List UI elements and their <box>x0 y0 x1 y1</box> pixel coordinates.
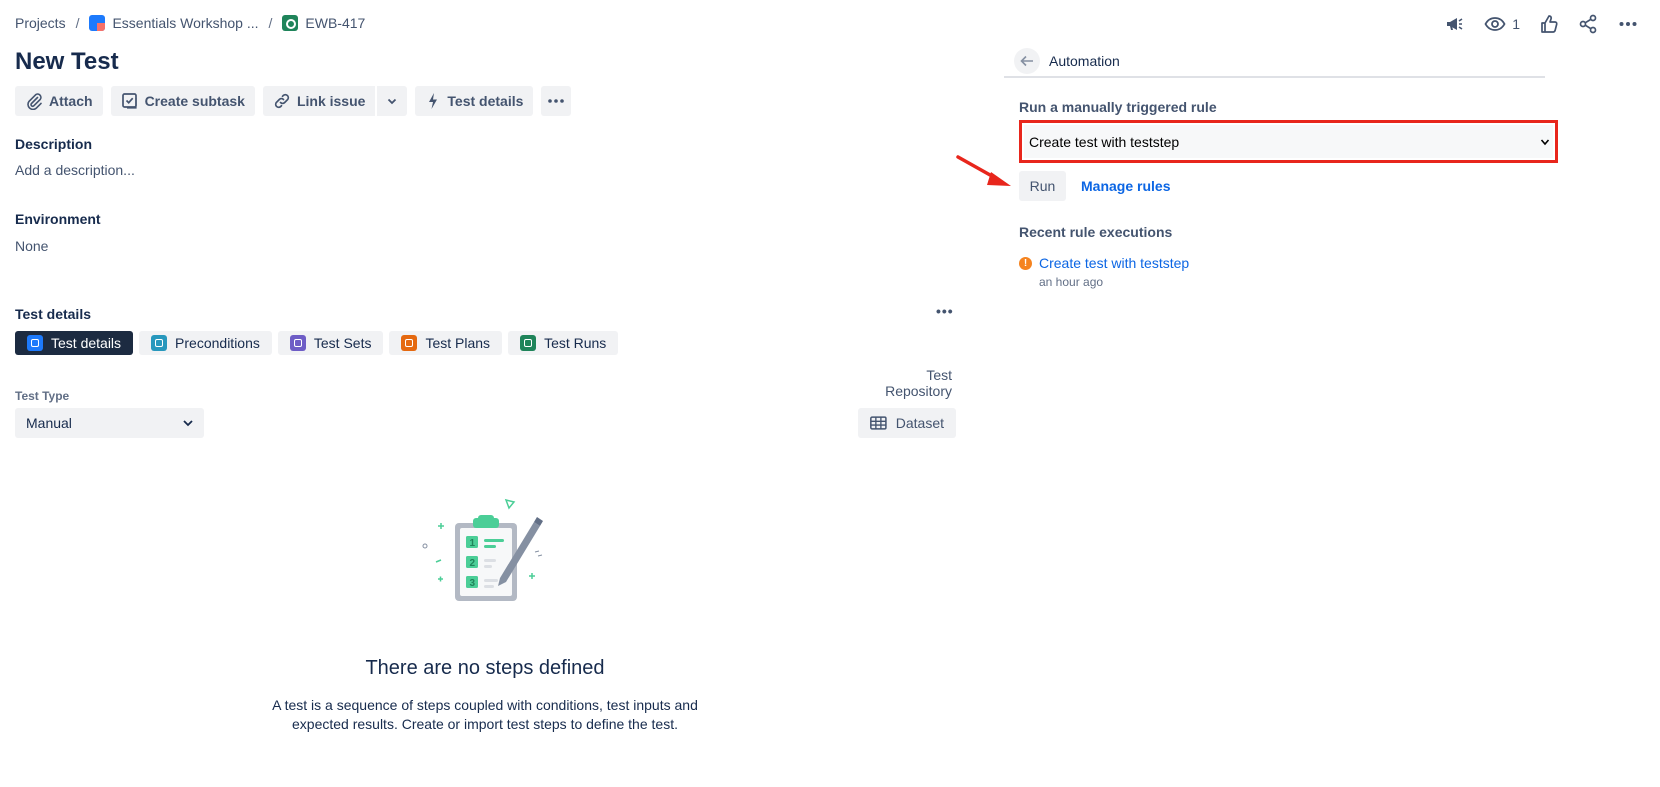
test-issue-type-icon <box>282 15 299 31</box>
test-repository-link[interactable]: Test Repository <box>858 367 952 399</box>
test-type-label: Test Type <box>15 389 70 403</box>
tab-label: Test Runs <box>544 335 607 351</box>
share-button[interactable] <box>1578 12 1598 36</box>
tab-test-runs[interactable]: Test Runs <box>508 331 619 355</box>
breadcrumb-project-label: Essentials Workshop ... <box>112 15 259 31</box>
empty-steps-title: There are no steps defined <box>365 657 605 679</box>
recent-execution-item: ! Create test with teststep an hour ago <box>1019 255 1189 289</box>
empty-steps-illustration: 1 2 3 <box>422 498 543 601</box>
subtask-icon <box>121 93 137 109</box>
more-actions-button[interactable] <box>1618 12 1638 36</box>
tab-label: Test Sets <box>313 335 372 351</box>
svg-text:3: 3 <box>470 578 476 589</box>
table-icon <box>870 416 887 430</box>
breadcrumb-issue-key: EWB-417 <box>305 15 366 31</box>
issue-header-actions: 1 <box>1444 12 1638 36</box>
more-icon <box>548 99 565 103</box>
dataset-label: Dataset <box>895 415 944 431</box>
description-field[interactable]: Add a description... <box>15 162 135 178</box>
run-rule-label: Run a manually triggered rule <box>1019 99 1217 115</box>
list-icon <box>27 335 43 351</box>
recent-execution-link[interactable]: Create test with teststep <box>1039 255 1189 271</box>
toolbar-more-button[interactable] <box>541 86 572 116</box>
watch-button[interactable]: 1 <box>1484 12 1520 36</box>
tab-test-plans[interactable]: Test Plans <box>389 331 503 355</box>
rule-select-value: Create test with teststep <box>1029 133 1180 150</box>
svg-text:2: 2 <box>470 558 476 569</box>
create-subtask-button[interactable]: Create subtask <box>110 86 255 116</box>
environment-field[interactable]: None <box>15 238 48 254</box>
dataset-button[interactable]: Dataset <box>858 408 956 438</box>
lightning-icon <box>429 93 438 109</box>
link-issue-button[interactable]: Link issue <box>262 86 376 116</box>
watch-count: 1 <box>1512 16 1520 32</box>
automation-panel-header: Automation <box>1004 46 1545 78</box>
issue-toolbar: Attach Create subtask Link issue Test de… <box>15 86 572 116</box>
paperclip-icon <box>27 93 42 110</box>
thumbs-up-icon <box>1541 15 1558 33</box>
test-details-tabs: Test details Preconditions Test Sets Tes… <box>15 331 619 355</box>
test-plan-icon <box>401 335 418 351</box>
arrow-left-icon <box>1020 55 1033 67</box>
chevron-down-icon <box>388 98 397 105</box>
vote-button[interactable] <box>1540 12 1558 36</box>
share-icon <box>1579 14 1597 34</box>
tab-label: Test Plans <box>425 335 491 351</box>
empty-steps-description: A test is a sequence of steps coupled wi… <box>272 697 698 732</box>
description-label: Description <box>15 136 93 152</box>
warning-icon: ! <box>1019 257 1032 270</box>
test-details-button[interactable]: Test details <box>415 86 534 116</box>
breadcrumb-projects[interactable]: Projects <box>15 15 66 31</box>
tab-label: Test details <box>51 335 122 351</box>
feedback-button[interactable] <box>1444 12 1464 36</box>
megaphone-icon <box>1447 18 1463 30</box>
more-icon <box>1619 22 1637 26</box>
test-type-value: Manual <box>26 415 72 431</box>
chevron-down-icon <box>1540 138 1550 145</box>
recent-execution-time: an hour ago <box>1039 275 1104 289</box>
chevron-down-icon <box>183 420 193 427</box>
rule-select[interactable]: Create test with teststep <box>1024 125 1553 158</box>
recent-executions-label: Recent rule executions <box>1019 224 1173 240</box>
annotation-arrow <box>956 155 1011 186</box>
project-icon <box>89 15 106 31</box>
svg-text:1: 1 <box>470 538 476 549</box>
issue-title[interactable]: New Test <box>15 48 119 76</box>
breadcrumb-issue[interactable]: EWB-417 <box>282 15 365 31</box>
run-button[interactable]: Run <box>1019 171 1066 201</box>
test-run-icon <box>520 335 537 351</box>
test-type-select[interactable]: Manual <box>15 408 204 438</box>
tab-test-details[interactable]: Test details <box>15 331 134 355</box>
rule-select-highlight: Create test with teststep <box>1019 120 1558 163</box>
eye-icon <box>1484 17 1506 31</box>
environment-label: Environment <box>15 211 101 227</box>
tab-preconditions[interactable]: Preconditions <box>139 331 272 355</box>
automation-title: Automation <box>1049 53 1120 69</box>
link-icon <box>274 93 290 109</box>
breadcrumb: Projects / Essentials Workshop ... / EWB… <box>15 15 365 31</box>
link-issue-split-button: Link issue <box>262 86 408 116</box>
manage-rules-link[interactable]: Manage rules <box>1081 178 1170 194</box>
create-subtask-label: Create subtask <box>144 93 245 109</box>
tab-label: Preconditions <box>175 335 260 351</box>
back-button[interactable] <box>1014 48 1040 74</box>
test-set-icon <box>289 335 306 351</box>
tab-test-sets[interactable]: Test Sets <box>277 331 384 355</box>
attach-label: Attach <box>49 93 93 109</box>
precondition-icon <box>151 335 168 351</box>
breadcrumb-separator: / <box>75 15 80 31</box>
test-details-section-title: Test details <box>15 306 91 322</box>
breadcrumb-separator: / <box>268 15 273 31</box>
attach-button[interactable]: Attach <box>15 86 103 116</box>
link-issue-label: Link issue <box>296 93 366 109</box>
link-issue-dropdown-button[interactable] <box>377 86 408 116</box>
test-details-label: Test details <box>447 93 524 109</box>
test-details-more-button[interactable]: ••• <box>936 303 954 319</box>
breadcrumb-project[interactable]: Essentials Workshop ... <box>89 15 259 31</box>
